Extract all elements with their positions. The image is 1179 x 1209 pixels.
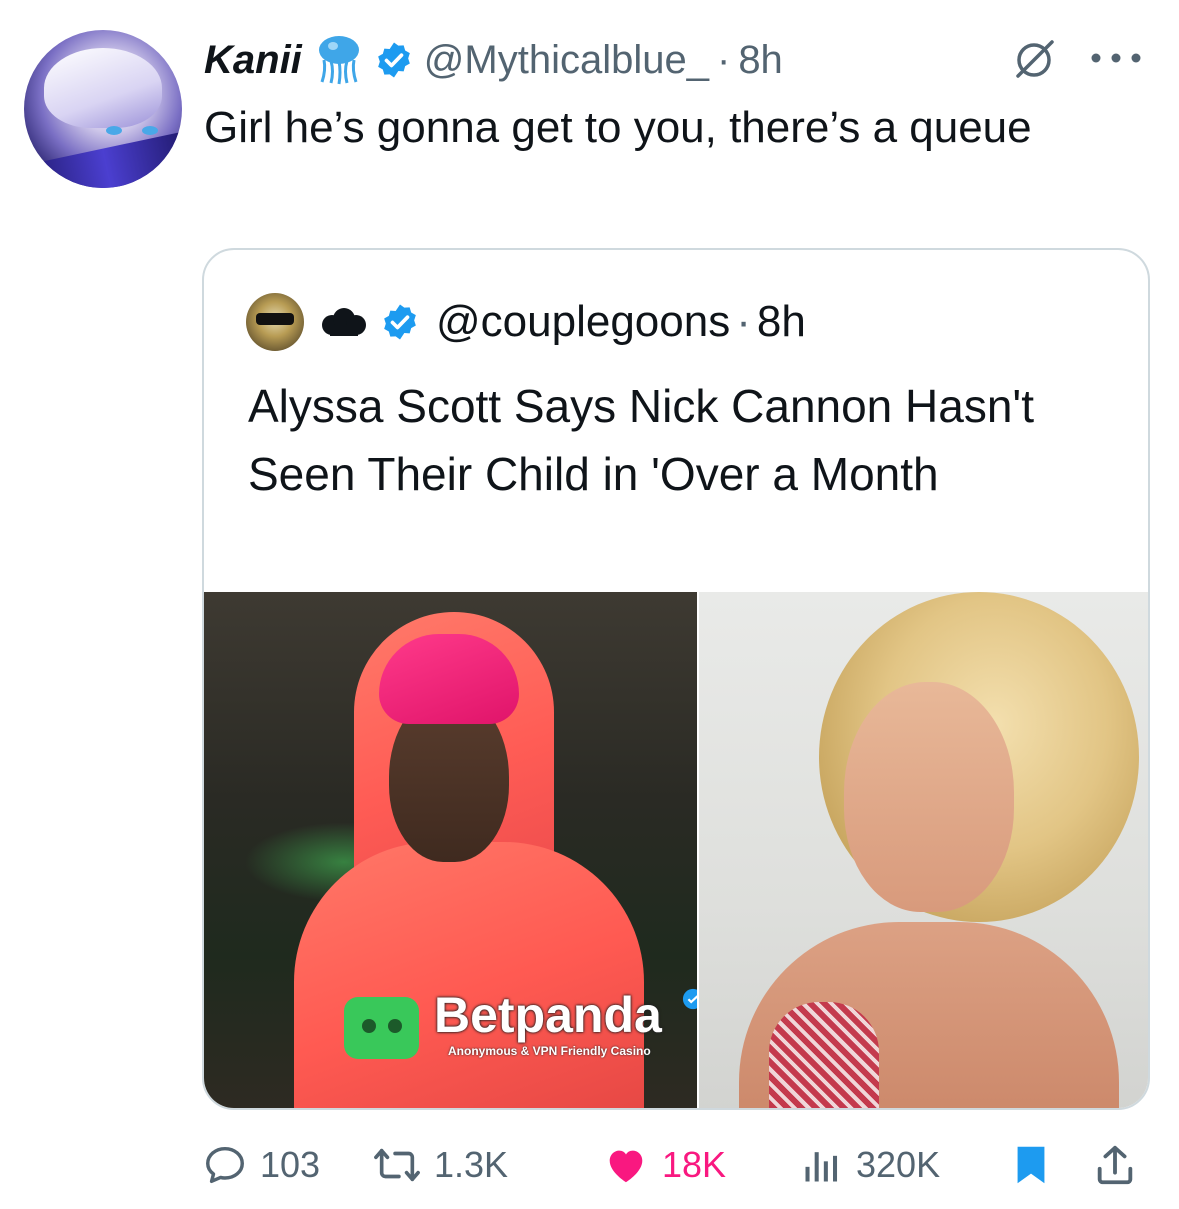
tweet-header: Kanii @Mythicalblue_ · 8h [204, 32, 783, 88]
retweet-button[interactable]: 1.3K [372, 1140, 508, 1190]
like-count: 18K [662, 1144, 727, 1185]
retweet-count: 1.3K [434, 1144, 509, 1185]
more-options-icon[interactable] [1088, 50, 1144, 66]
post-time[interactable]: 8h [738, 38, 783, 83]
bookmark-button[interactable] [1008, 1140, 1066, 1190]
reply-count: 103 [260, 1144, 321, 1185]
cloud-emoji-icon [322, 308, 366, 336]
quoted-text: Alyssa Scott Says Nick Cannon Hasn't See… [248, 380, 1034, 500]
watermark-verified-icon [682, 988, 697, 1010]
verified-badge-icon [377, 42, 410, 78]
author-avatar[interactable] [24, 30, 182, 188]
quoted-time[interactable]: 8h [757, 297, 806, 347]
reply-icon [206, 1146, 244, 1184]
reply-button[interactable]: 103 [202, 1140, 320, 1190]
share-button[interactable] [1092, 1140, 1150, 1190]
betpanda-logo-icon [344, 997, 419, 1059]
share-icon [1097, 1145, 1133, 1185]
jellyfish-emoji-icon [318, 36, 359, 85]
retweet-icon [374, 1148, 420, 1182]
heart-icon [609, 1150, 643, 1183]
like-button[interactable]: 18K [602, 1140, 726, 1190]
quoted-image-left[interactable]: Betpanda Anonymous & VPN Friendly Casino [204, 592, 697, 1108]
quoted-verified-badge-icon [384, 304, 416, 340]
quoted-tweet[interactable]: @couplegoons · 8h Alyssa Scott Says Nick… [202, 248, 1150, 1110]
author-display-name[interactable]: Kanii [204, 38, 302, 83]
action-bar: 103 1.3K 18K 320K [202, 1140, 1152, 1190]
bookmark-icon [1017, 1146, 1045, 1184]
views-count: 320K [856, 1144, 941, 1185]
watermark-tagline: Anonymous & VPN Friendly Casino [448, 1044, 651, 1058]
separator-dot: · [716, 37, 731, 82]
analytics-bar-icon [805, 1152, 838, 1182]
quoted-handle[interactable]: @couplegoons [436, 297, 730, 347]
quoted-image-right[interactable] [699, 592, 1148, 1108]
quoted-separator-dot: · [736, 297, 751, 346]
tweet-text: Girl he’s gonna get to you, there’s a qu… [204, 103, 1032, 152]
views-button[interactable]: 320K [800, 1140, 940, 1190]
author-handle[interactable]: @Mythicalblue_ [424, 38, 709, 83]
grok-icon[interactable] [1012, 36, 1058, 82]
quoted-avatar[interactable] [246, 293, 304, 351]
watermark-brand: Betpanda [434, 987, 662, 1043]
quoted-header: @couplegoons · 8h [246, 293, 806, 351]
